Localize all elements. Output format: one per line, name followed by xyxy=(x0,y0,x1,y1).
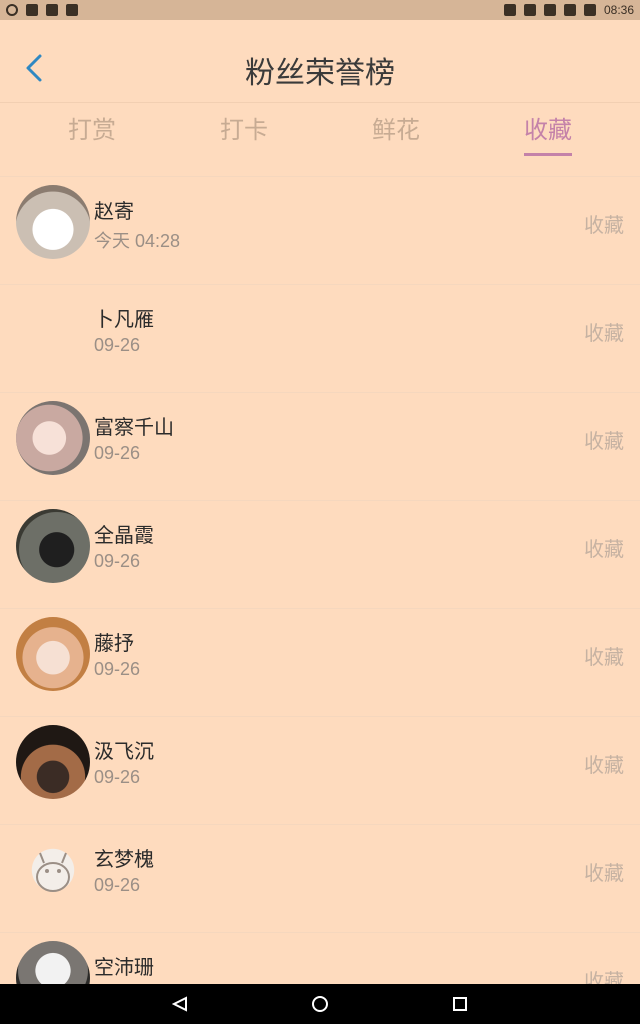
avatar[interactable] xyxy=(16,509,90,583)
recents-square-icon xyxy=(453,997,467,1011)
tab-flowers[interactable]: 鲜花 xyxy=(336,110,456,154)
vibrate-icon xyxy=(523,4,536,16)
list-item[interactable]: 汲飞沉 09-26 收藏 xyxy=(0,716,640,824)
list-item[interactable]: 卜凡雁 09-26 收藏 xyxy=(0,284,640,392)
list-item[interactable]: 富察千山 09-26 收藏 xyxy=(0,392,640,500)
signal-icon xyxy=(563,4,576,16)
tab-favorites[interactable]: 收藏 xyxy=(488,110,608,156)
tab-label: 打赏 xyxy=(68,116,116,144)
tab-checkin[interactable]: 打卡 xyxy=(184,110,304,154)
favorite-label: 收藏 xyxy=(584,537,624,561)
home-circle-icon xyxy=(312,996,328,1012)
avatar[interactable] xyxy=(16,833,90,907)
favorite-label: 收藏 xyxy=(584,753,624,777)
fans-list: 赵寄 今天 04:28 收藏 卜凡雁 09-26 收藏 富察千山 09-26 收… xyxy=(0,176,640,1024)
list-item[interactable]: 玄梦槐 09-26 收藏 xyxy=(0,824,640,932)
nav-recents-button[interactable] xyxy=(450,994,470,1014)
fan-name: 赵寄 xyxy=(94,199,134,223)
fan-name: 汲飞沉 xyxy=(94,739,154,763)
status-left-icons xyxy=(0,4,84,16)
totoro-sketch-icon xyxy=(36,852,70,892)
fan-date: 今天 04:28 xyxy=(94,231,181,251)
favorite-label: 收藏 xyxy=(584,213,624,237)
tab-tips[interactable]: 打赏 xyxy=(32,110,152,154)
list-item[interactable]: 赵寄 今天 04:28 收藏 xyxy=(0,176,640,284)
fan-name: 藤抒 xyxy=(94,631,134,655)
favorite-label: 收藏 xyxy=(584,321,624,345)
avatar[interactable] xyxy=(16,185,90,259)
tab-active-indicator xyxy=(524,153,572,156)
avatar[interactable] xyxy=(16,617,90,691)
favorite-label: 收藏 xyxy=(584,645,624,669)
back-triangle-icon xyxy=(172,996,187,1012)
image-icon xyxy=(66,4,78,16)
fan-name: 全晶霞 xyxy=(94,523,154,547)
tab-label: 打卡 xyxy=(220,116,268,144)
notification-icon xyxy=(6,4,18,16)
battery-icon xyxy=(583,4,596,16)
tab-label: 鲜花 xyxy=(372,116,420,144)
fan-date: 09-26 xyxy=(94,767,141,787)
avatar[interactable] xyxy=(16,401,90,475)
fan-name: 富察千山 xyxy=(94,415,174,439)
cast-icon xyxy=(503,4,516,16)
avatar[interactable] xyxy=(16,725,90,799)
avatar[interactable] xyxy=(16,293,90,367)
header: 粉丝荣誉榜 xyxy=(0,20,640,103)
tab-label: 收藏 xyxy=(524,116,572,144)
status-right-icons: 08:36 xyxy=(498,3,640,17)
app-screen: 08:36 粉丝荣誉榜 打赏 打卡 鲜花 收藏 赵寄 今天 04:28 收藏 卜… xyxy=(0,0,640,1024)
tab-bar: 打赏 打卡 鲜花 收藏 xyxy=(0,102,640,166)
fan-name: 玄梦槐 xyxy=(94,847,154,871)
wifi-icon xyxy=(543,4,556,16)
fan-date: 09-26 xyxy=(94,443,141,463)
fan-date: 09-26 xyxy=(94,551,141,571)
favorite-label: 收藏 xyxy=(584,429,624,453)
favorite-label: 收藏 xyxy=(584,861,624,885)
navigation-bar xyxy=(0,984,640,1024)
fan-name: 空沛珊 xyxy=(94,955,154,979)
list-item[interactable]: 全晶霞 09-26 收藏 xyxy=(0,500,640,608)
fan-date: 09-26 xyxy=(94,659,141,679)
status-bar: 08:36 xyxy=(0,0,640,20)
app-icon xyxy=(26,4,38,16)
fan-date: 09-26 xyxy=(94,335,141,355)
fan-name: 卜凡雁 xyxy=(94,307,154,331)
fan-date: 09-26 xyxy=(94,875,141,895)
page-title: 粉丝荣誉榜 xyxy=(245,56,395,91)
nav-back-button[interactable] xyxy=(170,994,190,1014)
list-item[interactable]: 藤抒 09-26 收藏 xyxy=(0,608,640,716)
bug-icon xyxy=(46,4,58,16)
nav-home-button[interactable] xyxy=(310,994,330,1014)
status-time: 08:36 xyxy=(603,3,634,17)
